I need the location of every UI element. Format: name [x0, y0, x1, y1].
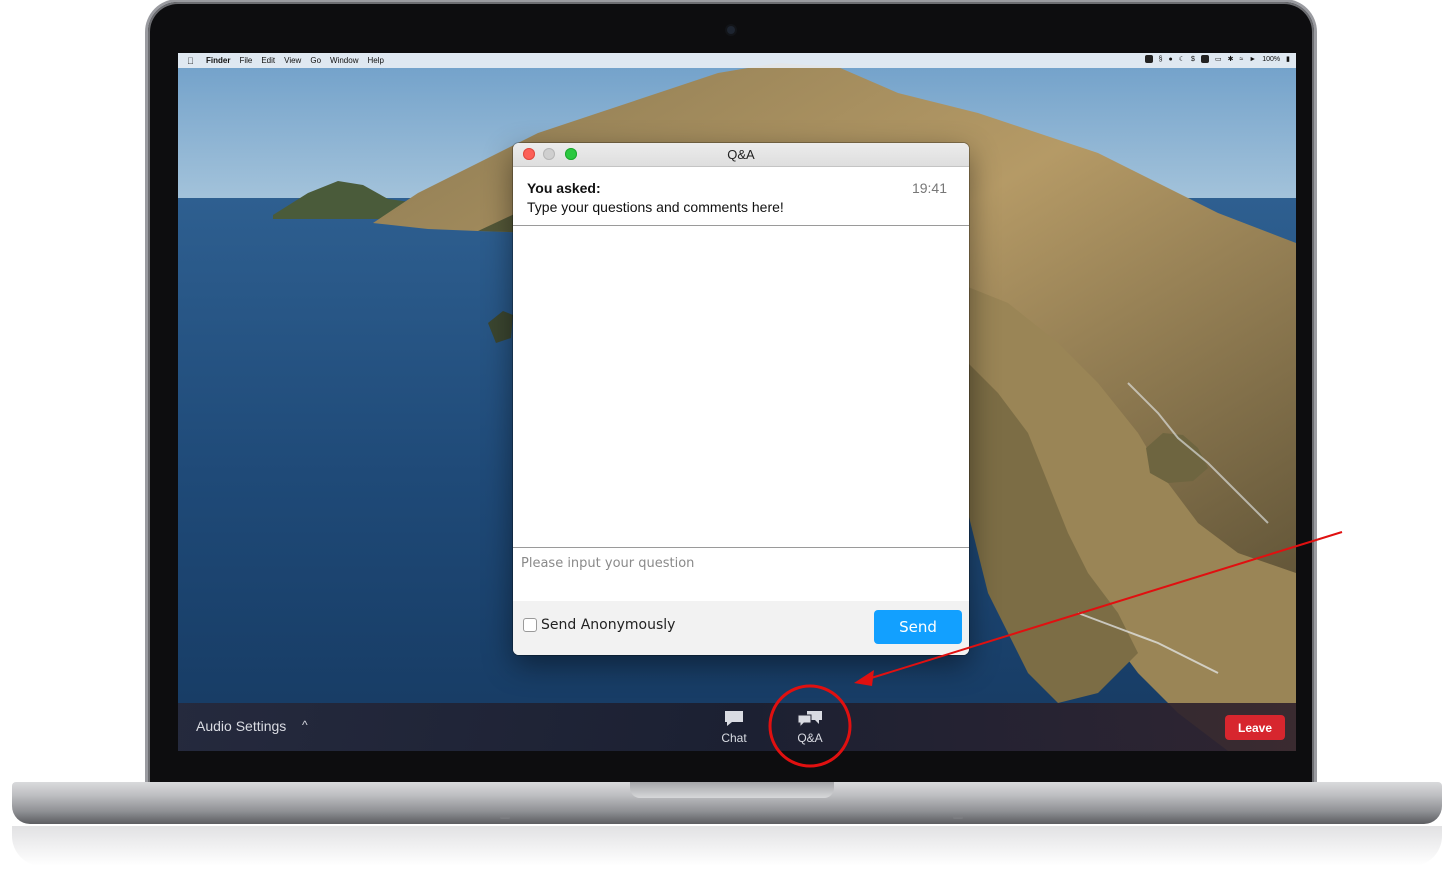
apple-icon[interactable]: 	[187, 56, 197, 66]
airplay-icon[interactable]: ▭	[1215, 55, 1222, 63]
question-timestamp: 19:41	[911, 180, 947, 196]
laptop-notch	[630, 782, 834, 798]
menu-bar:  Finder File Edit View Go Window Help §…	[178, 53, 1296, 68]
window-titlebar[interactable]: Q&A	[513, 143, 969, 167]
chat-label: Chat	[721, 731, 747, 745]
send-anonymously-checkbox[interactable]	[523, 618, 537, 632]
question-item: You asked: 19:41 Type your questions and…	[513, 167, 969, 226]
status-square-icon[interactable]	[1200, 55, 1209, 63]
status-app-icon[interactable]	[1144, 55, 1153, 63]
send-anonymously-label[interactable]: Send Anonymously	[541, 617, 675, 633]
qa-icon	[797, 711, 822, 728]
menu-file[interactable]: File	[239, 56, 252, 65]
window-title: Q&A	[727, 147, 755, 162]
laptop-reflection	[12, 826, 1442, 866]
audio-settings-button[interactable]: Audio Settings	[196, 718, 286, 734]
question-text: Type your questions and comments here!	[527, 199, 784, 215]
question-input[interactable]	[519, 554, 963, 598]
qa-label: Q&A	[797, 731, 823, 745]
leave-button[interactable]: Leave	[1225, 715, 1285, 740]
screen:  Finder File Edit View Go Window Help §…	[178, 53, 1296, 751]
menu-finder[interactable]: Finder	[206, 56, 230, 65]
audio-settings-caret-icon[interactable]: ^	[302, 718, 308, 732]
creative-cloud-icon[interactable]: ●	[1169, 56, 1173, 63]
menu-window[interactable]: Window	[330, 56, 358, 65]
battery-icon[interactable]: ▮	[1286, 55, 1290, 63]
skype-icon[interactable]: §	[1159, 56, 1163, 63]
dollar-icon[interactable]: $	[1191, 56, 1195, 63]
moon-icon[interactable]: ☾	[1179, 55, 1185, 63]
laptop-foot	[953, 816, 963, 819]
bluetooth-icon[interactable]: ✱	[1228, 55, 1234, 63]
volume-icon[interactable]: ►	[1249, 56, 1256, 63]
battery-percent: 100%	[1262, 55, 1281, 63]
webinar-toolbar: Audio Settings ^ Chat Q&A Leave	[178, 703, 1296, 751]
qa-window: Q&A You asked: 19:41 Type your questions…	[513, 143, 969, 655]
questions-list	[513, 226, 969, 547]
camera-icon	[727, 26, 735, 34]
menu-view[interactable]: View	[284, 56, 301, 65]
qa-button[interactable]: Q&A	[790, 708, 830, 748]
menu-help[interactable]: Help	[367, 56, 383, 65]
menu-go[interactable]: Go	[310, 56, 321, 65]
chat-button[interactable]: Chat	[714, 708, 754, 748]
wifi-icon[interactable]: ≈	[1239, 56, 1243, 63]
status-area: § ● ☾ $ ▭ ✱ ≈ ► 100% ▮	[1144, 55, 1290, 63]
send-button[interactable]: Send	[874, 610, 962, 644]
qa-footer: Send Anonymously Send	[513, 601, 969, 655]
question-input-area	[513, 547, 969, 602]
menu-edit[interactable]: Edit	[261, 56, 275, 65]
laptop-foot	[500, 816, 510, 819]
chat-icon	[725, 711, 743, 726]
asked-label: You asked:	[527, 180, 601, 196]
